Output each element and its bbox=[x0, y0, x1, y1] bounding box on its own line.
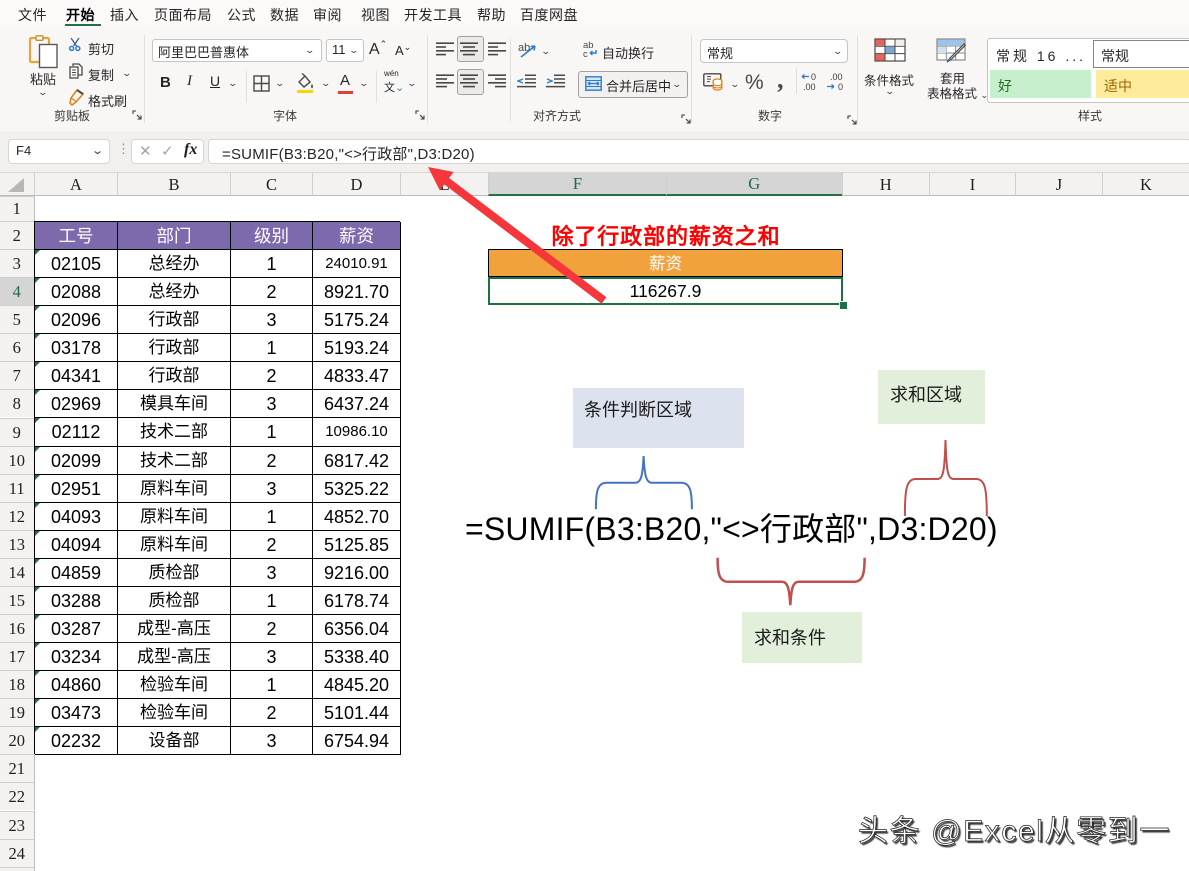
svg-text:0: 0 bbox=[838, 82, 843, 91]
svg-text:ab: ab bbox=[518, 42, 530, 54]
svg-text:.00: .00 bbox=[830, 72, 843, 82]
svg-text:0: 0 bbox=[811, 72, 816, 82]
svg-text:c: c bbox=[583, 49, 588, 58]
svg-text:.00: .00 bbox=[803, 82, 816, 91]
